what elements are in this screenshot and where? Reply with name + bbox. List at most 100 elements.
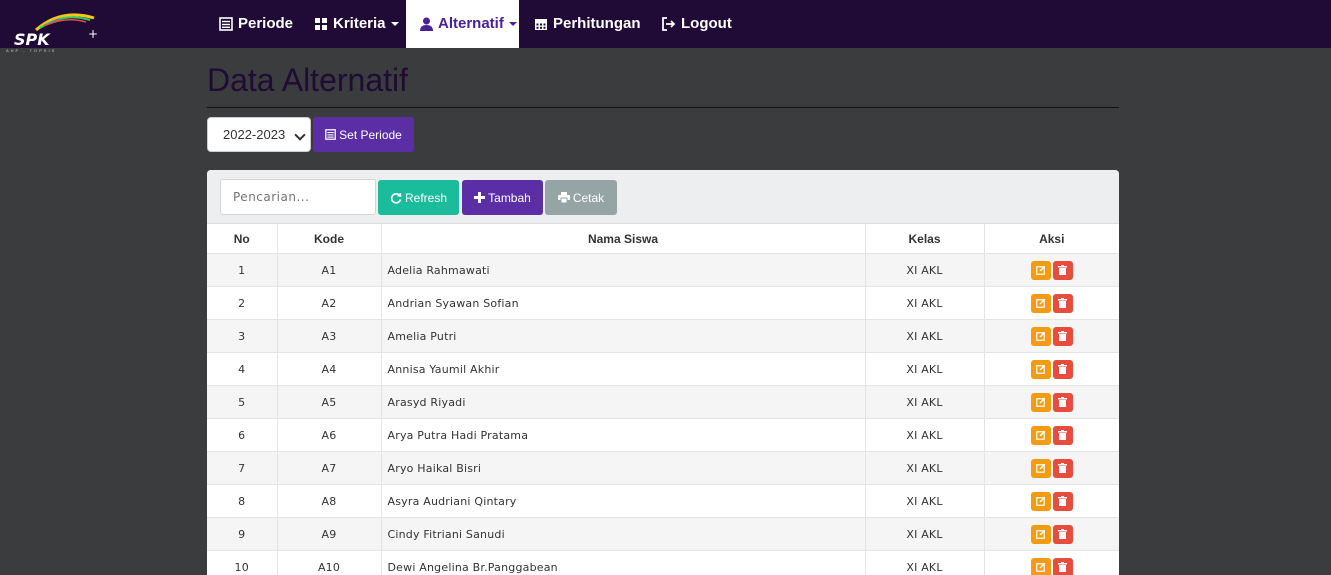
delete-button[interactable] (1052, 491, 1073, 511)
print-label: Cetak (572, 190, 605, 205)
delete-button[interactable] (1052, 359, 1073, 379)
delete-button[interactable] (1052, 524, 1073, 544)
calendar-icon (534, 17, 548, 31)
refresh-icon (390, 192, 402, 204)
table-row: 7 A7 Aryo Haikal Bisri XI AKL (207, 451, 1119, 485)
edit-button[interactable] (1030, 524, 1051, 544)
delete-button[interactable] (1052, 425, 1073, 445)
delete-button[interactable] (1052, 557, 1073, 575)
edit-icon (1035, 397, 1046, 407)
svg-text:+: + (88, 27, 98, 41)
cell-kelas: XI AKL (865, 385, 985, 419)
nav-periode-label: Periode (238, 15, 294, 32)
header-no[interactable]: No (207, 224, 278, 254)
nav-logout[interactable]: Logout (647, 0, 746, 48)
cell-kode: A4 (277, 352, 382, 386)
edit-button[interactable] (1030, 392, 1051, 412)
set-period-button[interactable]: Set Periode (313, 117, 414, 152)
edit-button[interactable] (1030, 491, 1051, 511)
cell-aksi (984, 550, 1119, 575)
nav-logout-label: Logout (681, 15, 732, 32)
edit-button[interactable] (1030, 359, 1051, 379)
edit-button[interactable] (1030, 425, 1051, 445)
cell-no: 2 (207, 286, 278, 320)
period-select-value: 2022-2023 (223, 127, 286, 142)
edit-icon (1035, 265, 1046, 275)
cell-nama: Asyra Audriani Qintary (381, 484, 866, 518)
search-input[interactable] (220, 179, 376, 215)
cell-no: 1 (207, 253, 278, 287)
cell-nama: Amelia Putri (381, 319, 866, 353)
edit-button[interactable] (1030, 260, 1051, 280)
edit-button[interactable] (1030, 557, 1051, 575)
edit-icon (1035, 298, 1046, 308)
trash-icon (1058, 496, 1068, 506)
cell-nama: Andrian Syawan Sofian (381, 286, 866, 320)
nav-perhitungan[interactable]: Perhitungan (520, 0, 655, 48)
add-button[interactable]: Tambah (462, 180, 543, 215)
edit-button[interactable] (1030, 293, 1051, 313)
cell-no: 10 (207, 550, 278, 575)
cell-nama: Annisa Yaumil Akhir (381, 352, 866, 386)
cell-aksi (984, 418, 1119, 452)
cell-kelas: XI AKL (865, 286, 985, 320)
edit-button[interactable] (1030, 326, 1051, 346)
header-kode[interactable]: Kode (277, 224, 382, 254)
table-header-row: No Kode Nama Siswa Kelas Aksi (207, 224, 1119, 254)
cell-aksi (984, 451, 1119, 485)
title-divider (207, 107, 1119, 108)
print-button[interactable]: Cetak (545, 180, 617, 215)
trash-icon (1058, 364, 1068, 374)
trash-icon (1058, 331, 1068, 341)
edit-icon (1035, 562, 1046, 572)
edit-icon (1035, 331, 1046, 341)
trash-icon (1058, 529, 1068, 539)
cell-nama: Arasyd Riyadi (381, 385, 866, 419)
cell-kode: A2 (277, 286, 382, 320)
alternatif-panel: Refresh Tambah Cetak No Kode Nama Siswa … (207, 170, 1119, 575)
refresh-button[interactable]: Refresh (378, 180, 459, 215)
brand-logo[interactable]: + SPK AHP - TOPSIS (6, 8, 102, 53)
nav-alternatif[interactable]: Alternatif (406, 0, 519, 48)
cell-kelas: XI AKL (865, 550, 985, 575)
table-row: 8 A8 Asyra Audriani Qintary XI AKL (207, 484, 1119, 518)
edit-icon (1035, 364, 1046, 374)
delete-button[interactable] (1052, 260, 1073, 280)
trash-icon (1058, 463, 1068, 473)
cell-kelas: XI AKL (865, 517, 985, 551)
table-row: 3 A3 Amelia Putri XI AKL (207, 319, 1119, 353)
nav-periode[interactable]: Periode (205, 0, 307, 48)
edit-icon (1035, 496, 1046, 506)
cell-no: 6 (207, 418, 278, 452)
cell-kelas: XI AKL (865, 484, 985, 518)
edit-button[interactable] (1030, 458, 1051, 478)
delete-button[interactable] (1052, 293, 1073, 313)
chevron-down-icon (390, 22, 399, 26)
set-period-label: Set Periode (339, 127, 402, 142)
table-row: 6 A6 Arya Putra Hadi Pratama XI AKL (207, 418, 1119, 452)
delete-button[interactable] (1052, 392, 1073, 412)
header-nama-siswa[interactable]: Nama Siswa (381, 224, 866, 254)
cell-kelas: XI AKL (865, 418, 985, 452)
trash-icon (1058, 265, 1068, 275)
cell-kode: A6 (277, 418, 382, 452)
nav-kriteria[interactable]: Kriteria (300, 0, 413, 48)
period-select[interactable]: 2022-2023 (207, 117, 311, 152)
chevron-down-icon (508, 22, 517, 26)
delete-button[interactable] (1052, 458, 1073, 478)
cell-no: 7 (207, 451, 278, 485)
add-label: Tambah (488, 190, 531, 205)
table-row: 4 A4 Annisa Yaumil Akhir XI AKL (207, 352, 1119, 386)
list-icon (219, 17, 233, 31)
cell-aksi (984, 352, 1119, 386)
cell-no: 8 (207, 484, 278, 518)
refresh-label: Refresh (404, 190, 448, 205)
user-icon (420, 17, 433, 31)
cell-kode: A8 (277, 484, 382, 518)
header-kelas[interactable]: Kelas (865, 224, 985, 254)
cell-aksi (984, 319, 1119, 353)
edit-icon (1035, 529, 1046, 539)
cell-nama: Adelia Rahmawati (381, 253, 866, 287)
delete-button[interactable] (1052, 326, 1073, 346)
cell-kode: A1 (277, 253, 382, 287)
